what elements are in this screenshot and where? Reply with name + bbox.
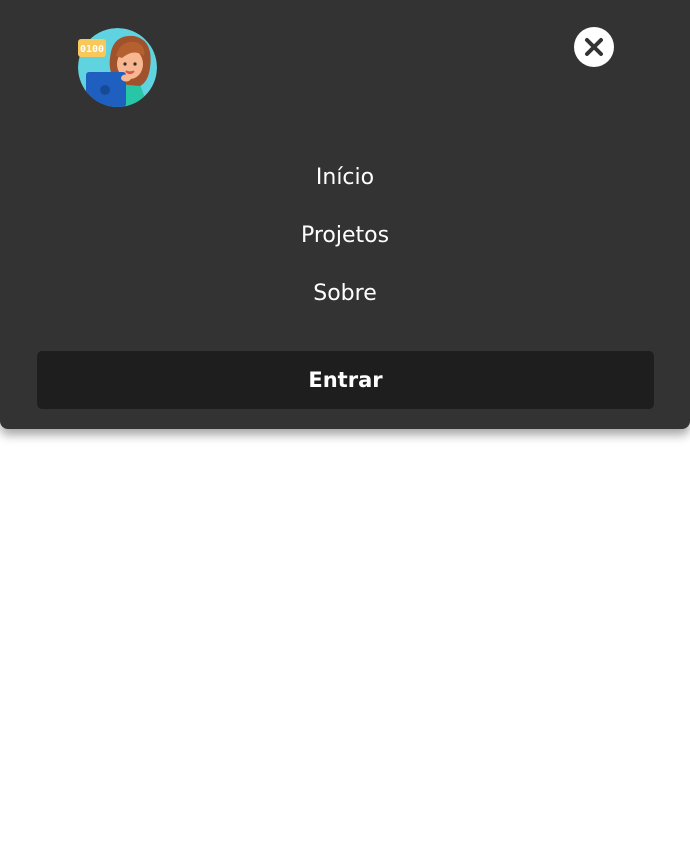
nav-item-projetos[interactable]: Projetos <box>0 218 690 254</box>
nav-item-sobre[interactable]: Sobre <box>0 276 690 312</box>
nav-item-label: Início <box>315 165 375 190</box>
developer-avatar-logo-icon[interactable]: 0100 <box>78 28 157 107</box>
close-icon <box>585 38 603 56</box>
nav-item-label: Projetos <box>300 223 390 248</box>
nav-item-label: Sobre <box>313 281 377 306</box>
nav-item-inicio[interactable]: Início <box>0 160 690 196</box>
main-nav: Início Projetos Sobre <box>0 160 690 334</box>
close-button[interactable] <box>574 27 614 67</box>
logo-badge-text: 0100 <box>80 44 104 55</box>
mobile-menu-panel: 0100 Início Projetos Sobre Entrar <box>0 0 690 429</box>
login-button[interactable]: Entrar <box>37 351 654 409</box>
